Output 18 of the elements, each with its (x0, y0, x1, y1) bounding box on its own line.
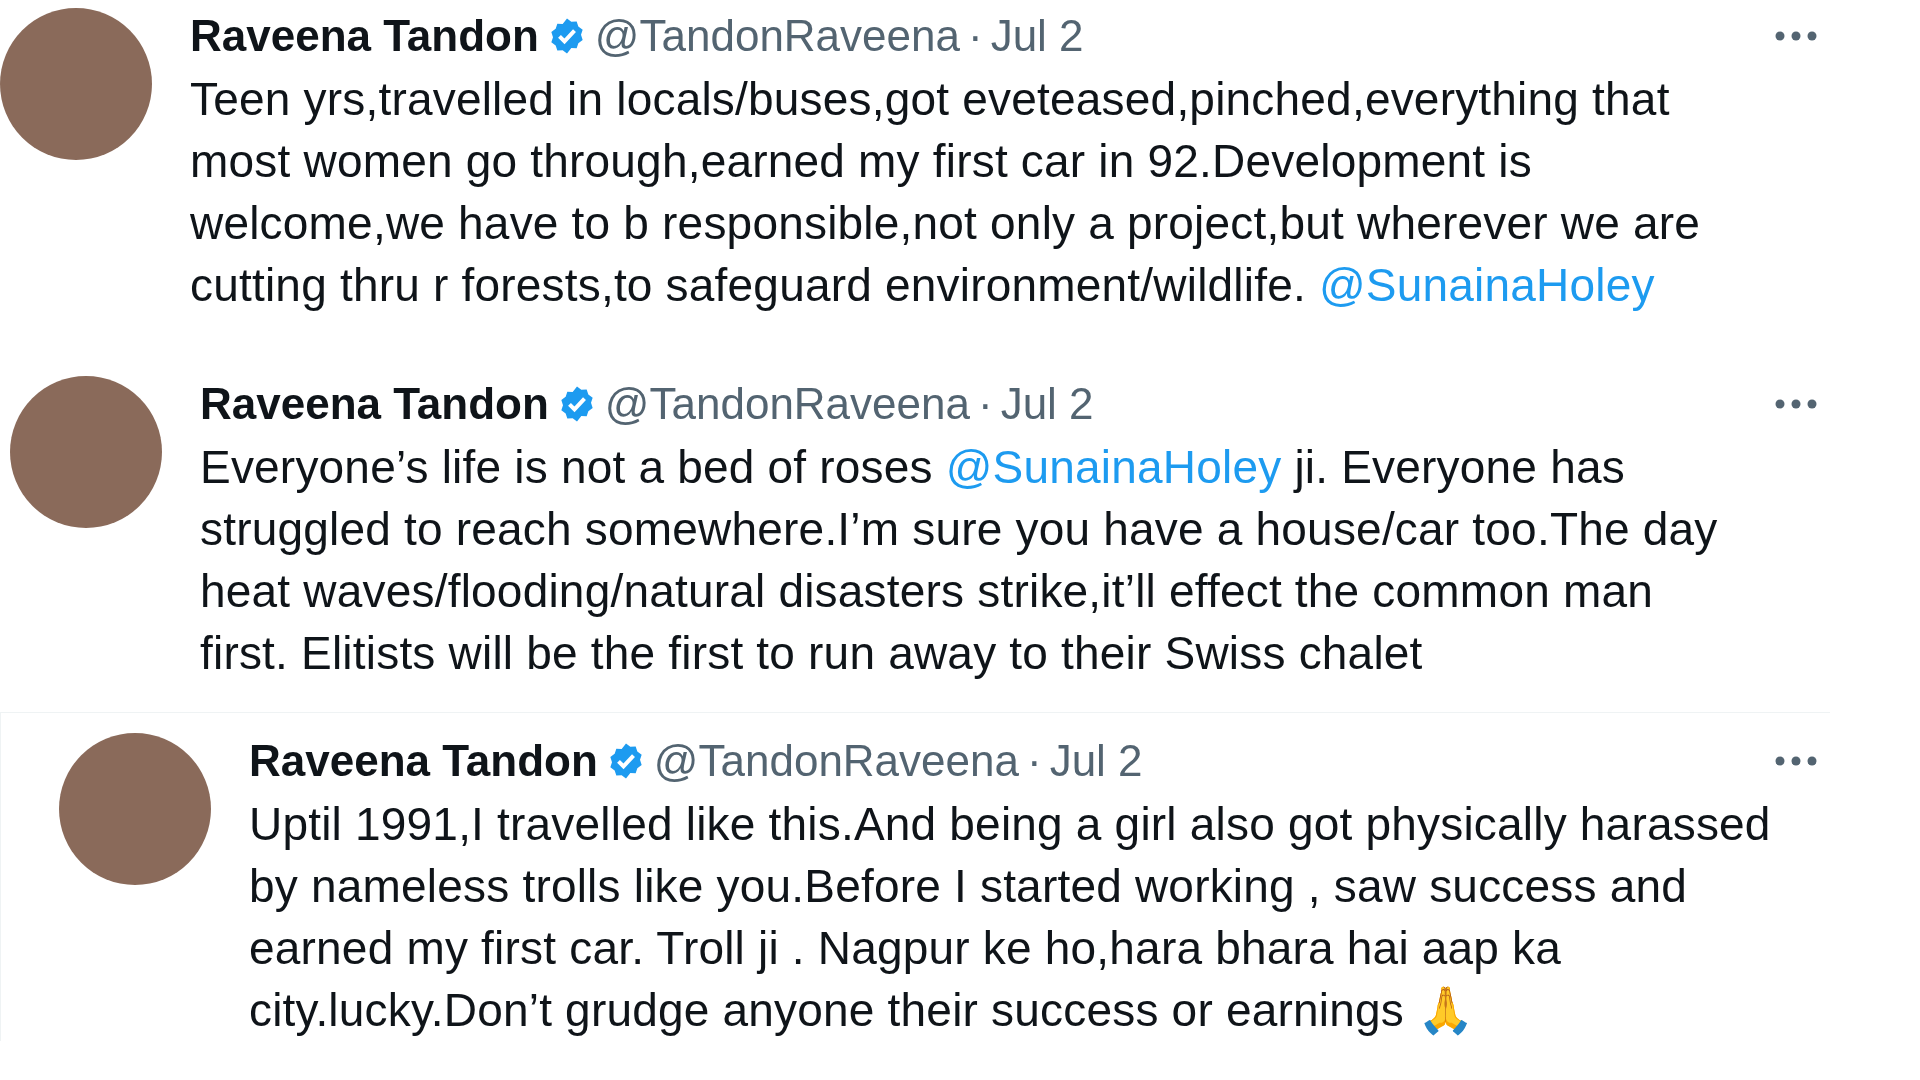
tweet-date[interactable]: Jul 2 (990, 11, 1084, 61)
author-name[interactable]: Raveena Tandon (200, 379, 549, 429)
separator: · (978, 379, 993, 429)
separator: · (1027, 736, 1042, 786)
tweet-text: Uptil 1991,I travelled like this.And being a girl also got physically harassed by nameless trolls like you.Before I started working , saw success and earned my first car. Troll ji . Nagpur ke ho,hara bhara hai aap ka city.lucky.Don’t grudge anyone their success or earnings 🙏 (249, 797, 1772, 1038)
tweet-date[interactable]: Jul 2 (1000, 379, 1094, 429)
tweet-text: Everyone’s life is not a bed of roses @SunainaHoley ji. Everyone has struggled to reach somewhere.I’m sure you have a house/car too.The day heat waves/flooding/natural disasters strike,it’ll effect the common man first. Elitists will be the first to run away to their Swiss chalet (200, 440, 1719, 681)
more-options-icon[interactable] (1774, 398, 1818, 410)
tweet-date[interactable]: Jul 2 (1049, 736, 1143, 786)
author-handle[interactable]: @TandonRaveena (653, 736, 1019, 786)
more-options-icon[interactable] (1774, 30, 1818, 42)
tweet-text: Teen yrs,travelled in locals/buses,got eveteased,pinched,everything that most women go through,earned my first car in 92.Development is welcome,we have to b responsible,not only a project,but wherever we are cutting thru r forests,to safeguard environment/wildlife. @SunainaHoley (190, 72, 1701, 313)
more-options-icon[interactable] (1774, 755, 1818, 767)
separator: · (968, 11, 983, 61)
author-name[interactable]: Raveena Tandon (249, 736, 598, 786)
author-name[interactable]: Raveena Tandon (190, 11, 539, 61)
author-handle[interactable]: @TandonRaveena (594, 11, 960, 61)
author-handle[interactable]: @TandonRaveena (604, 379, 970, 429)
